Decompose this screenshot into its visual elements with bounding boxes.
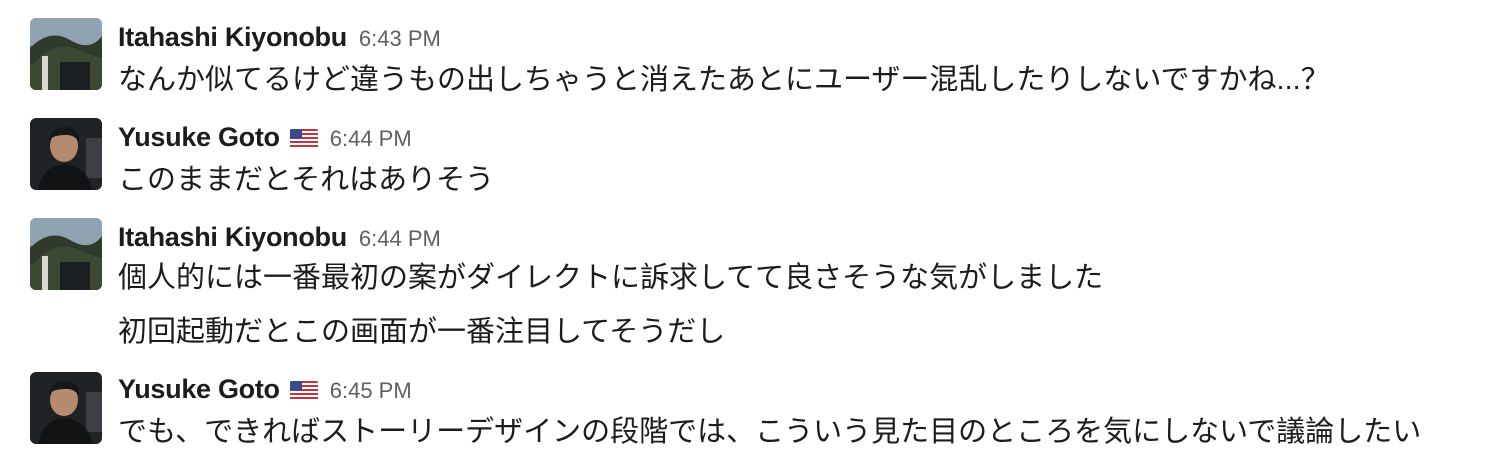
user-avatar-photo-icon [30, 18, 102, 90]
message-text: 個人的には一番最初の案がダイレクトに訴求してて良さそうな気がしました [118, 262, 1104, 294]
message-text: このままだとそれはありそう [118, 164, 495, 196]
message-text: でも、できればストーリーデザインの段階では、こういう見た目のところを気にしないで… [118, 416, 1422, 448]
message-timestamp[interactable]: 6:45 PM [330, 378, 412, 404]
author-name[interactable]: Yusuke Goto [118, 374, 280, 405]
avatar-yusuke-goto[interactable] [30, 372, 102, 444]
user-avatar-photo-icon [30, 118, 102, 190]
message-timestamp[interactable]: 6:44 PM [359, 226, 441, 252]
avatar-itahashi-kiyonobu[interactable] [30, 18, 102, 90]
message-text: なんか似てるけど違うもの出しちゃうと消えたあとにユーザー混乱したりしないですかね… [118, 64, 1330, 96]
avatar-itahashi-kiyonobu[interactable] [30, 218, 102, 290]
us-flag-emoji-icon [289, 128, 318, 149]
user-avatar-photo-icon [30, 372, 102, 444]
us-flag-emoji-icon [289, 380, 318, 401]
author-name[interactable]: Itahashi Kiyonobu [118, 22, 347, 53]
user-avatar-photo-icon [30, 218, 102, 290]
author-name[interactable]: Itahashi Kiyonobu [118, 222, 347, 253]
author-name[interactable]: Yusuke Goto [118, 122, 280, 153]
message-text: 初回起動だとこの画面が一番注目してそうだし [118, 316, 726, 348]
message-timestamp[interactable]: 6:44 PM [330, 126, 412, 152]
message-timestamp[interactable]: 6:43 PM [359, 26, 441, 52]
avatar-yusuke-goto[interactable] [30, 118, 102, 190]
